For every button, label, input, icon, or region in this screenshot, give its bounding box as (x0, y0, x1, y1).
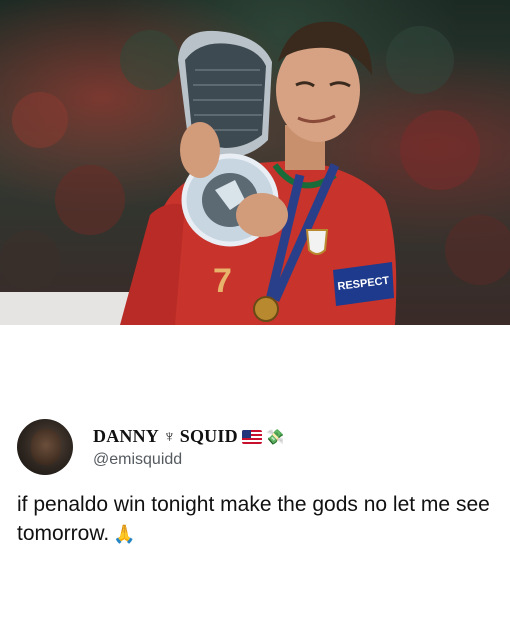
folded-hands-icon: 🙏 (113, 524, 136, 544)
tweet-text-block: if penaldo win tonight make the gods no … (17, 490, 497, 549)
user-handle[interactable]: @emisquidd (93, 451, 182, 469)
display-name-row[interactable]: DANNY ♆ SQUID 💸 (93, 426, 284, 447)
money-with-wings-icon: 💸 (265, 428, 285, 446)
trident-symbol: ♆ (163, 426, 176, 446)
avatar[interactable] (17, 419, 73, 475)
avatar-face (31, 429, 61, 465)
us-flag-icon (241, 429, 262, 444)
tweet-text: if penaldo win tonight make the gods no … (17, 493, 490, 545)
display-name-first: DANNY (93, 426, 159, 446)
display-name-second: SQUID (179, 426, 238, 446)
photo-illustration: 7 RESPECT (0, 21, 510, 325)
shirt-number: 7 (213, 262, 232, 300)
trophy-photo: 7 RESPECT (0, 0, 510, 325)
tweet-card: DANNY ♆ SQUID 💸 @emisquidd if penaldo wi… (0, 325, 510, 640)
post-page: 7 RESPECT DANNY ♆ SQUID 💸 @emisquidd if … (0, 0, 510, 640)
